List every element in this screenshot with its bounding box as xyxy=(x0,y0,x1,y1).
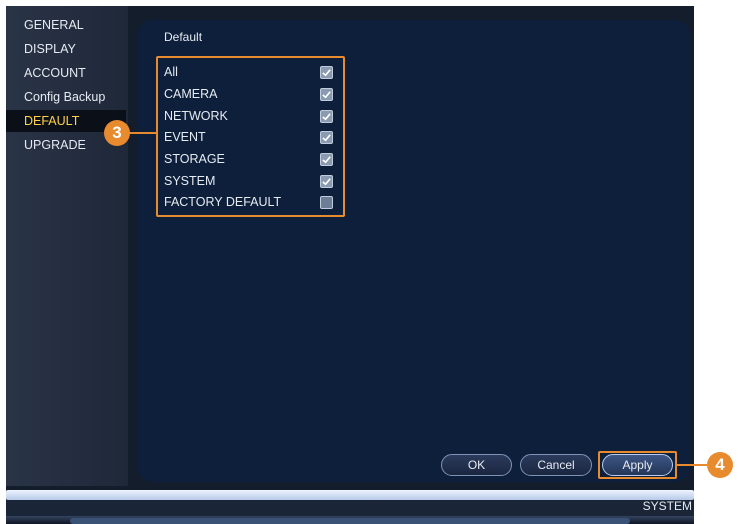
callout-leader-line xyxy=(677,464,707,466)
checkbox-all[interactable] xyxy=(320,66,333,79)
checkbox-system[interactable] xyxy=(320,175,333,188)
checkmark-icon xyxy=(322,69,331,77)
checkbox-network[interactable] xyxy=(320,110,333,123)
checkmark-icon xyxy=(322,156,331,164)
sidebar-item-config-backup[interactable]: Config Backup xyxy=(6,86,126,108)
bottom-scroll-pill xyxy=(70,518,630,524)
section-label: SYSTEM xyxy=(642,499,692,513)
sidebar-item-general[interactable]: GENERAL xyxy=(6,14,126,36)
status-strip xyxy=(6,500,694,516)
callout-leader-line xyxy=(128,132,156,134)
option-label-all: All xyxy=(164,65,178,79)
apply-button[interactable]: Apply xyxy=(602,454,673,476)
option-label-network: NETWORK xyxy=(164,109,228,123)
checkbox-event[interactable] xyxy=(320,131,333,144)
option-label-event: EVENT xyxy=(164,130,206,144)
callout-step-3: 3 xyxy=(104,120,130,146)
checkbox-camera[interactable] xyxy=(320,88,333,101)
sidebar: GENERAL DISPLAY ACCOUNT Config Backup DE… xyxy=(6,6,128,486)
sidebar-item-account[interactable]: ACCOUNT xyxy=(6,62,126,84)
checkmark-icon xyxy=(322,178,331,186)
ok-button[interactable]: OK xyxy=(441,454,512,476)
checkmark-icon xyxy=(322,113,331,121)
cancel-button[interactable]: Cancel xyxy=(520,454,592,476)
bottom-highlight-bar xyxy=(6,490,694,500)
option-label-factory-default: FACTORY DEFAULT xyxy=(164,195,282,209)
checkmark-icon xyxy=(322,91,331,99)
checkmark-icon xyxy=(322,134,331,142)
option-label-camera: CAMERA xyxy=(164,87,218,101)
sidebar-item-display[interactable]: DISPLAY xyxy=(6,38,126,60)
option-label-storage: STORAGE xyxy=(164,152,225,166)
checkbox-factory-default[interactable] xyxy=(320,196,333,209)
page-title: Default xyxy=(164,30,203,44)
option-label-system: SYSTEM xyxy=(164,174,216,188)
checkbox-storage[interactable] xyxy=(320,153,333,166)
callout-step-4: 4 xyxy=(707,452,733,478)
